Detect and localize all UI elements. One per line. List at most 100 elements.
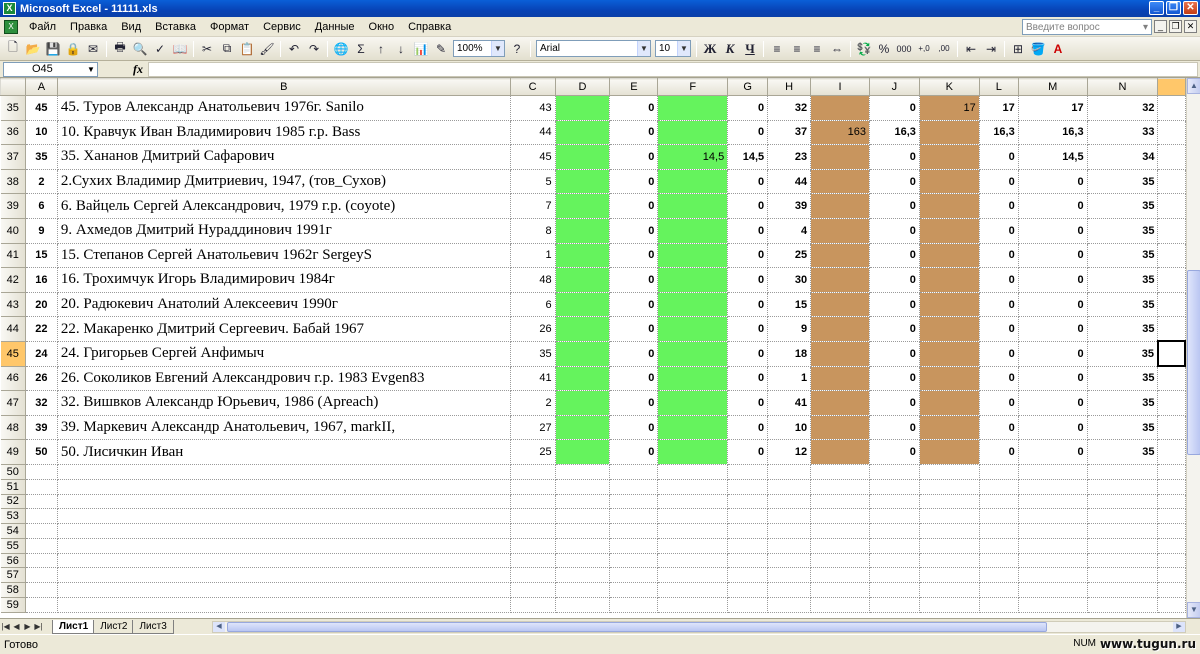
cell-c[interactable]: 44: [510, 120, 556, 146]
empty-cell[interactable]: [25, 479, 58, 495]
cell-f[interactable]: [657, 415, 729, 441]
column-header-k[interactable]: K: [918, 78, 980, 96]
cell-k[interactable]: [919, 415, 980, 441]
empty-cell[interactable]: [1018, 567, 1088, 584]
cell-g[interactable]: 0: [727, 267, 769, 293]
cell-c[interactable]: 43: [510, 95, 556, 121]
empty-cell[interactable]: [1157, 494, 1186, 510]
cell-d[interactable]: [555, 439, 611, 465]
empty-cell[interactable]: [609, 464, 659, 480]
row-header[interactable]: 56: [0, 553, 26, 569]
cell-a[interactable]: 32: [25, 390, 58, 416]
cell-o[interactable]: [1157, 144, 1186, 170]
cell-c[interactable]: 8: [510, 218, 556, 244]
cell-m[interactable]: 0: [1018, 193, 1088, 219]
empty-cell[interactable]: [25, 567, 58, 584]
empty-cell[interactable]: [57, 597, 511, 613]
cell-b[interactable]: 24. Григорьев Сергей Анфимыч: [57, 341, 511, 367]
chevron-down-icon[interactable]: ▼: [677, 41, 690, 56]
cell-m[interactable]: 0: [1018, 267, 1088, 293]
align-center-icon[interactable]: ≡: [788, 40, 806, 58]
spelling-icon[interactable]: ✓: [151, 40, 169, 58]
cell-h[interactable]: 25: [767, 243, 812, 269]
fill-color-icon[interactable]: 🪣: [1029, 40, 1047, 58]
cell-h[interactable]: 4: [767, 218, 812, 244]
print-preview-icon[interactable]: 🔍: [131, 40, 149, 58]
cell-h[interactable]: 41: [767, 390, 812, 416]
doc-minimize-button[interactable]: _: [1154, 20, 1167, 33]
cell-l[interactable]: 0: [979, 316, 1019, 342]
row-header[interactable]: 47: [0, 390, 26, 416]
empty-cell[interactable]: [810, 553, 870, 569]
empty-cell[interactable]: [767, 494, 812, 510]
empty-cell[interactable]: [727, 567, 769, 584]
horizontal-scroll-thumb[interactable]: [227, 622, 1047, 632]
empty-cell[interactable]: [767, 582, 812, 599]
empty-cell[interactable]: [869, 523, 920, 539]
row-header[interactable]: 38: [0, 169, 26, 195]
empty-cell[interactable]: [609, 582, 659, 599]
cell-c[interactable]: 5: [510, 169, 556, 195]
horizontal-scrollbar[interactable]: ◀ ▶: [212, 621, 1186, 633]
empty-cell[interactable]: [1157, 567, 1186, 584]
empty-cell[interactable]: [1157, 523, 1186, 539]
empty-cell[interactable]: [609, 479, 659, 495]
empty-cell[interactable]: [25, 582, 58, 599]
empty-cell[interactable]: [869, 494, 920, 510]
cell-m[interactable]: 0: [1018, 218, 1088, 244]
cell-i[interactable]: [810, 169, 870, 195]
empty-cell[interactable]: [25, 553, 58, 569]
empty-cell[interactable]: [609, 538, 659, 554]
cell-d[interactable]: [555, 243, 611, 269]
cell-o[interactable]: [1157, 120, 1186, 146]
empty-cell[interactable]: [727, 597, 769, 613]
empty-cell[interactable]: [57, 567, 511, 584]
cell-h[interactable]: 44: [767, 169, 812, 195]
cell-k[interactable]: [919, 267, 980, 293]
cell-f[interactable]: [657, 439, 729, 465]
cell-j[interactable]: 0: [869, 218, 920, 244]
cell-k[interactable]: [919, 439, 980, 465]
cell-a[interactable]: 24: [25, 341, 58, 367]
cell-k[interactable]: [919, 218, 980, 244]
increase-indent-icon[interactable]: ⇥: [982, 40, 1000, 58]
currency-icon[interactable]: 💱: [855, 40, 873, 58]
cell-l[interactable]: 0: [979, 243, 1019, 269]
empty-cell[interactable]: [869, 479, 920, 495]
vertical-scrollbar[interactable]: ▲ ▼: [1186, 78, 1200, 618]
empty-cell[interactable]: [1157, 553, 1186, 569]
cell-f[interactable]: [657, 390, 729, 416]
cell-h[interactable]: 30: [767, 267, 812, 293]
cell-j[interactable]: 0: [869, 341, 920, 367]
cell-m[interactable]: 0: [1018, 390, 1088, 416]
research-icon[interactable]: 📖: [171, 40, 189, 58]
cell-d[interactable]: [555, 218, 611, 244]
empty-cell[interactable]: [810, 464, 870, 480]
menu-view[interactable]: Вид: [114, 18, 148, 36]
empty-cell[interactable]: [919, 494, 980, 510]
print-icon[interactable]: 🖶: [111, 40, 129, 58]
cell-g[interactable]: 0: [727, 316, 769, 342]
cell-e[interactable]: 0: [609, 243, 659, 269]
cell-f[interactable]: [657, 267, 729, 293]
empty-cell[interactable]: [727, 582, 769, 599]
email-icon[interactable]: ✉: [84, 40, 102, 58]
cell-e[interactable]: 0: [609, 390, 659, 416]
empty-cell[interactable]: [727, 479, 769, 495]
cell-d[interactable]: [555, 316, 611, 342]
redo-icon[interactable]: ↷: [305, 40, 323, 58]
cell-n[interactable]: 34: [1087, 144, 1159, 170]
cut-icon[interactable]: ✂: [198, 40, 216, 58]
empty-cell[interactable]: [57, 479, 511, 495]
cell-j[interactable]: 0: [869, 292, 920, 318]
merge-center-icon[interactable]: ⇔: [828, 40, 846, 58]
empty-cell[interactable]: [1087, 538, 1159, 554]
cell-d[interactable]: [555, 267, 611, 293]
row-header[interactable]: 55: [0, 538, 26, 554]
cell-f[interactable]: [657, 341, 729, 367]
cell-d[interactable]: [555, 169, 611, 195]
cell-o[interactable]: [1157, 193, 1186, 219]
cell-m[interactable]: 0: [1018, 439, 1088, 465]
empty-cell[interactable]: [25, 464, 58, 480]
cell-d[interactable]: [555, 341, 611, 367]
